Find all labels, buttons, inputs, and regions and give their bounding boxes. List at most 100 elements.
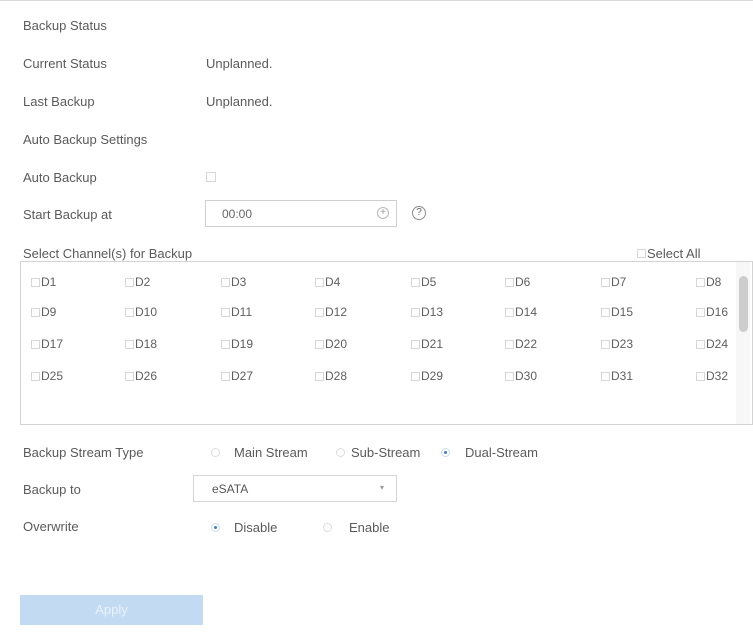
auto-backup-checkbox[interactable] [206, 172, 216, 182]
select-all-checkbox[interactable] [637, 249, 646, 258]
channel-checkbox[interactable] [125, 307, 134, 317]
channel-grid-scrollbar[interactable] [736, 262, 750, 424]
channel-checkbox-item[interactable]: D22 [505, 337, 537, 351]
channel-label: D10 [135, 305, 158, 319]
channel-label: D29 [421, 369, 444, 383]
channel-checkbox[interactable] [505, 371, 514, 381]
channel-checkbox-item[interactable]: D21 [411, 337, 443, 351]
channel-checkbox[interactable] [505, 307, 514, 317]
channel-checkbox-item[interactable]: D31 [601, 369, 633, 383]
channel-checkbox-item[interactable]: D14 [505, 305, 537, 319]
channel-checkbox-item[interactable]: D18 [125, 337, 157, 351]
channel-checkbox[interactable] [411, 339, 420, 349]
channel-checkbox-item[interactable]: D28 [315, 369, 347, 383]
channel-checkbox[interactable] [601, 307, 610, 317]
channel-checkbox[interactable] [411, 371, 420, 381]
channel-checkbox[interactable] [696, 307, 705, 317]
channel-checkbox-item[interactable]: D3 [221, 275, 246, 289]
channel-label: D2 [135, 275, 151, 289]
channel-checkbox-item[interactable]: D13 [411, 305, 443, 319]
select-all-toggle[interactable]: Select All [637, 246, 700, 261]
channel-checkbox-item[interactable]: D12 [315, 305, 347, 319]
channel-checkbox[interactable] [315, 307, 324, 317]
backup-to-select[interactable]: eSATA ▾ [193, 475, 397, 502]
channel-checkbox-item[interactable]: D4 [315, 275, 340, 289]
channel-checkbox[interactable] [601, 277, 610, 287]
channel-checkbox-item[interactable]: D8 [696, 275, 721, 289]
main-stream-radio[interactable] [211, 448, 220, 457]
channel-label: D8 [706, 275, 722, 289]
channel-label: D14 [515, 305, 538, 319]
channel-checkbox-item[interactable]: D7 [601, 275, 626, 289]
channel-checkbox-item[interactable]: D24 [696, 337, 728, 351]
channel-label: D23 [611, 337, 634, 351]
sub-stream-option-label[interactable]: Sub-Stream [351, 445, 420, 460]
main-stream-option-label[interactable]: Main Stream [234, 445, 308, 460]
plus-circle-icon[interactable]: + [377, 207, 389, 219]
apply-button[interactable]: Apply [20, 595, 203, 625]
channel-checkbox-item[interactable]: D16 [696, 305, 728, 319]
channel-label: D25 [41, 369, 64, 383]
chevron-down-icon: ▾ [379, 483, 384, 492]
dual-stream-option-label[interactable]: Dual-Stream [465, 445, 538, 460]
channel-checkbox-item[interactable]: D10 [125, 305, 157, 319]
channel-checkbox[interactable] [31, 277, 40, 287]
overwrite-enable-label[interactable]: Enable [349, 520, 389, 535]
channel-checkbox[interactable] [601, 339, 610, 349]
channel-checkbox[interactable] [315, 371, 324, 381]
channel-checkbox-item[interactable]: D1 [31, 275, 56, 289]
overwrite-disable-label[interactable]: Disable [234, 520, 277, 535]
channel-checkbox-item[interactable]: D6 [505, 275, 530, 289]
question-circle-icon[interactable]: ? [412, 206, 426, 220]
channel-checkbox[interactable] [221, 339, 230, 349]
auto-backup-settings-heading: Auto Backup Settings [23, 132, 148, 147]
channel-checkbox[interactable] [411, 307, 420, 317]
dual-stream-radio[interactable] [441, 448, 450, 457]
channel-checkbox[interactable] [315, 339, 324, 349]
channel-checkbox[interactable] [411, 277, 420, 287]
channel-checkbox-item[interactable]: D30 [505, 369, 537, 383]
overwrite-label: Overwrite [23, 519, 79, 534]
channel-checkbox[interactable] [221, 371, 230, 381]
channel-checkbox[interactable] [315, 277, 324, 287]
channel-checkbox[interactable] [601, 371, 610, 381]
channel-checkbox[interactable] [696, 277, 705, 287]
channel-checkbox-item[interactable]: D20 [315, 337, 347, 351]
channel-label: D30 [515, 369, 538, 383]
channel-checkbox-item[interactable]: D29 [411, 369, 443, 383]
channel-checkbox-item[interactable]: D19 [221, 337, 253, 351]
channel-checkbox-item[interactable]: D2 [125, 275, 150, 289]
start-time-field[interactable]: 00:00 + [205, 200, 397, 227]
channel-checkbox[interactable] [125, 371, 134, 381]
channel-checkbox[interactable] [505, 339, 514, 349]
overwrite-enable-radio[interactable] [323, 523, 332, 532]
channel-checkbox[interactable] [221, 277, 230, 287]
channel-checkbox-item[interactable]: D15 [601, 305, 633, 319]
sub-stream-radio[interactable] [336, 448, 345, 457]
channel-checkbox[interactable] [696, 339, 705, 349]
channel-checkbox[interactable] [221, 307, 230, 317]
start-time-value: 00:00 [222, 207, 253, 221]
channel-checkbox[interactable] [505, 277, 514, 287]
scrollbar-thumb[interactable] [739, 276, 748, 332]
channel-checkbox-item[interactable]: D23 [601, 337, 633, 351]
channel-checkbox[interactable] [696, 371, 705, 381]
channel-checkbox-item[interactable]: D27 [221, 369, 253, 383]
channel-checkbox[interactable] [31, 339, 40, 349]
channel-checkbox[interactable] [125, 277, 134, 287]
channel-checkbox-item[interactable]: D11 [221, 305, 252, 319]
channel-checkbox-item[interactable]: D25 [31, 369, 63, 383]
channel-checkbox-item[interactable]: D9 [31, 305, 56, 319]
channel-checkbox-item[interactable]: D32 [696, 369, 728, 383]
overwrite-disable-radio[interactable] [211, 523, 220, 532]
channel-checkbox-item[interactable]: D26 [125, 369, 157, 383]
channel-checkbox[interactable] [31, 371, 40, 381]
channel-checkbox-item[interactable]: D17 [31, 337, 63, 351]
channel-checkbox[interactable] [31, 307, 40, 317]
channel-checkbox-item[interactable]: D5 [411, 275, 436, 289]
channel-label: D15 [611, 305, 634, 319]
channel-label: D32 [706, 369, 729, 383]
channel-label: D13 [421, 305, 444, 319]
current-status-label: Current Status [23, 56, 107, 71]
channel-checkbox[interactable] [125, 339, 134, 349]
